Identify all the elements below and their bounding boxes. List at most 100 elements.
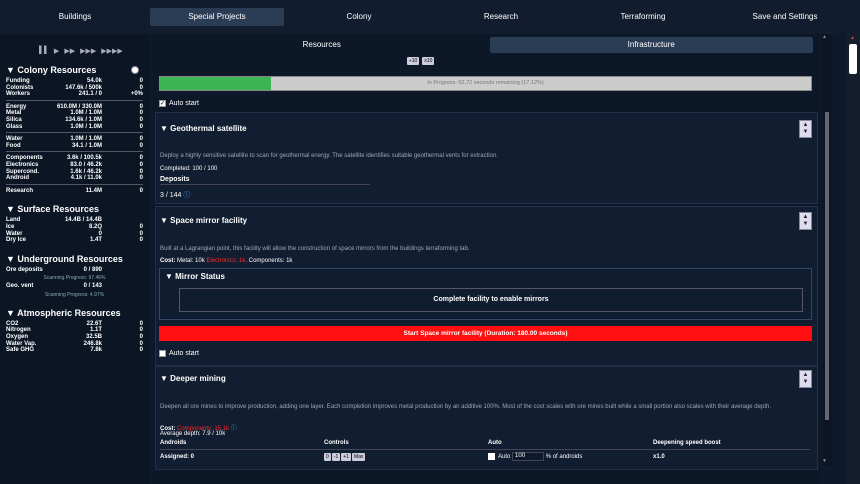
toggle-dot-icon[interactable] xyxy=(131,66,139,74)
resource-rate: 0 xyxy=(139,136,143,143)
auto-checkbox-icon[interactable] xyxy=(488,453,495,460)
resource-rate: 0 xyxy=(139,320,143,327)
scroll-up-icon[interactable]: ▲ xyxy=(850,35,855,41)
tab-terraforming[interactable]: Terraforming xyxy=(576,8,710,26)
resource-row: Safe GHG 7.8k 0 xyxy=(6,347,143,354)
resource-name: Electronics xyxy=(6,161,39,168)
resource-row: Nitrogen 1.1T 0 xyxy=(6,327,143,334)
scroll-up-icon[interactable]: ▲ xyxy=(822,34,827,40)
subtab-resources[interactable]: Resources xyxy=(160,37,484,53)
start-mirror-button[interactable]: Start Space mirror facility (Duration: 1… xyxy=(159,326,812,341)
speed-2-button[interactable]: ▶▶ xyxy=(64,47,75,55)
checkbox-checked-icon[interactable]: ✓ xyxy=(159,100,166,107)
speed-1-button[interactable]: ▶ xyxy=(54,47,59,55)
mirror-status-title[interactable]: ▼ Mirror Status xyxy=(165,272,225,281)
reorder-arrows-icon[interactable]: ▲ ▼ xyxy=(799,212,812,230)
resource-value: 8.2Q xyxy=(88,223,102,230)
resource-rate xyxy=(102,217,143,224)
page-scrollbar-thumb[interactable] xyxy=(849,44,857,74)
resource-row: Silica 134.6k / 1.0M 0 xyxy=(6,117,143,124)
deposits-label: Deposits xyxy=(160,176,190,183)
auto-start-top[interactable]: ✓ Auto start xyxy=(159,100,199,107)
android-controls: 0 -1 +1 Max xyxy=(324,452,488,461)
plus-one-button[interactable]: +1 xyxy=(341,452,351,461)
auto-percent-input[interactable]: 100 xyxy=(512,452,545,461)
deeper-mining-title[interactable]: ▼ Deeper mining xyxy=(160,374,226,383)
speed-3-button[interactable]: ▶▶▶ xyxy=(80,47,96,55)
pause-button[interactable]: ▌▌ xyxy=(39,47,49,55)
colony-resources-list: Funding 54.0k 0 Colonists 147.6k / 500k 0 Work… xyxy=(6,78,143,194)
content-scrollbar[interactable] xyxy=(822,34,832,466)
times-10-button[interactable]: x10 xyxy=(422,57,435,65)
tab-buildings[interactable]: Buildings xyxy=(8,8,142,26)
resource-name: Energy xyxy=(6,103,27,110)
resource-name: Metal xyxy=(6,110,22,117)
resource-rate: +0% xyxy=(130,91,143,98)
info-icon[interactable]: ⓘ xyxy=(183,192,190,199)
deeper-mining-description: Deepen all ore mines to improve producti… xyxy=(160,404,771,410)
resource-row: Oxygen 32.5B 0 xyxy=(6,334,143,341)
resource-row: Supercond. 1.6k / 46.2k 0 xyxy=(6,169,143,176)
scroll-down-icon[interactable]: ▼ xyxy=(822,458,827,464)
resource-value: 134.6k / 1.0M xyxy=(65,116,102,123)
resource-name: Components xyxy=(6,155,43,162)
underground-resources-header[interactable]: ▼ Underground Resources xyxy=(6,254,143,264)
checkbox-icon[interactable] xyxy=(159,350,166,357)
resource-row: Glass 1.0M / 1.0M 0 xyxy=(6,124,143,131)
resource-rate: 0 xyxy=(139,123,143,130)
tab-research[interactable]: Research xyxy=(434,8,568,26)
resource-row: Water 0 0 xyxy=(6,231,143,238)
mirror-description: Built at a Lagrangian point, this facili… xyxy=(160,246,470,252)
reorder-arrows-icon[interactable]: ▲ ▼ xyxy=(799,370,812,388)
surface-resources-header[interactable]: ▼ Surface Resources xyxy=(6,204,143,214)
resource-row: Colonists 147.6k / 500k 0 xyxy=(6,85,143,92)
divide-10-button[interactable]: ÷10 xyxy=(407,57,420,65)
resource-rate: 0 xyxy=(139,347,143,354)
subtab-infrastructure[interactable]: Infrastructure xyxy=(489,37,813,53)
speed-controls: ▌▌ ▶ ▶▶ ▶▶▶ ▶▶▶▶ xyxy=(39,47,143,55)
minus-one-button[interactable]: -1 xyxy=(331,452,341,461)
resource-name: Land xyxy=(6,217,21,224)
resource-rate: 0 xyxy=(139,84,143,91)
resource-name: Food xyxy=(6,142,21,149)
colony-resources-header[interactable]: ▼ Colony Resources xyxy=(6,65,143,75)
atmospheric-resources-header[interactable]: ▼ Atmospheric Resources xyxy=(6,308,143,318)
resource-value: 0 xyxy=(98,230,102,237)
reorder-arrows-icon[interactable]: ▲ ▼ xyxy=(799,120,812,138)
resource-rate: 0 xyxy=(139,230,143,237)
max-button[interactable]: Max xyxy=(351,452,366,461)
resource-name: Research xyxy=(6,187,34,194)
resource-row: CO2 22.6T 0 xyxy=(6,321,143,328)
resource-rate: 0 xyxy=(139,223,143,230)
speed-4-button[interactable]: ▶▶▶▶ xyxy=(101,47,123,55)
tab-colony[interactable]: Colony xyxy=(292,8,426,26)
scrollbar-thumb[interactable] xyxy=(825,112,829,420)
resources-sidebar: ▌▌ ▶ ▶▶ ▶▶▶ ▶▶▶▶ ▼ Colony Resources Fund… xyxy=(0,34,149,484)
resource-value: 4.1k / 11.0k xyxy=(70,175,102,182)
divider xyxy=(6,151,143,153)
geothermal-description: Deploy a highly sensitive satellite to s… xyxy=(160,153,498,159)
tab-save-settings[interactable]: Save and Settings xyxy=(718,8,852,26)
resource-rate: 0 xyxy=(139,187,143,194)
info-icon[interactable]: ⓘ xyxy=(231,426,237,432)
resource-row: Water 1.0M / 1.0M 0 xyxy=(6,136,143,143)
geothermal-title[interactable]: ▼ Geothermal satellite xyxy=(160,124,247,133)
androids-table-header: Androids Controls Auto Deepening speed b… xyxy=(160,440,721,446)
mirror-title[interactable]: ▼ Space mirror facility xyxy=(160,216,247,225)
auto-start-mirror[interactable]: Auto start xyxy=(159,350,199,357)
geo-scan-progress: Scanning Progress: 4.97% xyxy=(44,291,105,298)
resource-value: 241.1 / 0 xyxy=(78,91,102,98)
resource-value: 7.8k xyxy=(90,347,102,354)
resource-value: 1.0M / 1.0M xyxy=(70,136,102,143)
set-zero-button[interactable]: 0 xyxy=(324,452,331,461)
resource-value: 83.0 / 46.2k xyxy=(70,161,102,168)
tab-special-projects[interactable]: Special Projects xyxy=(150,8,284,26)
resource-value: 34.1 / 1.0M xyxy=(71,142,102,149)
resource-row: Android 4.1k / 11.0k 0 xyxy=(6,175,143,182)
resource-name: Glass xyxy=(6,123,23,130)
average-depth: Average depth: 7.9 / 10k xyxy=(160,431,226,437)
page-scrollbar[interactable]: ▲ xyxy=(846,34,860,484)
resource-rate: 0 xyxy=(139,110,143,117)
resource-value: 22.6T xyxy=(86,320,102,327)
atmospheric-resources-list: CO2 22.6T 0 Nitrogen 1.1T 0 Oxygen 32.5B 0 Water … xyxy=(6,321,143,354)
